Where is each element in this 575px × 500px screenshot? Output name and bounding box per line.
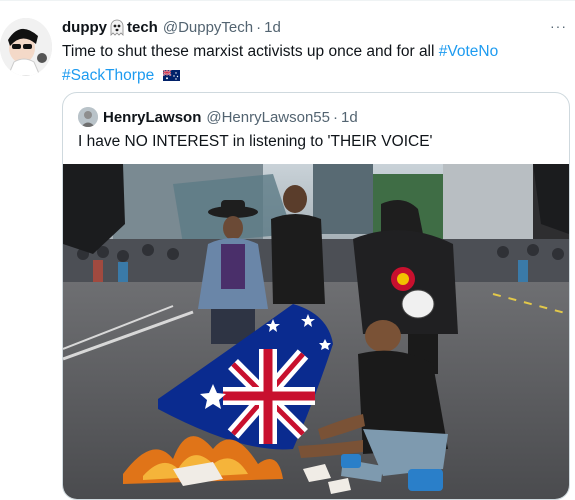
quoted-tweet-time[interactable]: 1d — [341, 109, 358, 126]
quoted-tweet-text: I have NO INTEREST in listening to 'THEI… — [78, 133, 433, 150]
separator: · — [256, 18, 262, 36]
author-name-part1: duppy — [62, 18, 107, 36]
author-handle[interactable]: @DuppyTech — [163, 19, 253, 36]
tweet-text: Time to shut these marxist activists up … — [62, 40, 562, 88]
quoted-separator: · — [333, 108, 338, 126]
top-divider — [0, 0, 575, 1]
author-name[interactable]: duppy tech — [62, 18, 158, 36]
quoted-tweet[interactable]: HenryLawson @HenryLawson55 · 1d I have N… — [62, 92, 570, 500]
quoted-author-name[interactable]: HenryLawson — [103, 109, 201, 126]
quoted-author-avatar[interactable] — [78, 107, 98, 127]
more-options-icon[interactable]: ··· — [550, 18, 567, 34]
quoted-tweet-header: HenryLawson @HenryLawson55 · 1d — [78, 107, 358, 127]
author-avatar[interactable] — [0, 18, 52, 76]
hashtag-sackthorpe[interactable]: #SackThorpe — [62, 67, 154, 84]
tweet-header: duppy tech @DuppyTech · 1d — [62, 17, 281, 37]
tweet-text-main: Time to shut these marxist activists up … — [62, 43, 439, 60]
ghost-emoji-icon — [110, 19, 124, 36]
protest-photo[interactable] — [63, 164, 569, 499]
australian-flag-emoji-icon — [162, 70, 180, 82]
hashtag-voteno[interactable]: #VoteNo — [439, 43, 498, 60]
tweet-time[interactable]: 1d — [264, 19, 281, 36]
quoted-author-handle[interactable]: @HenryLawson55 — [206, 109, 330, 126]
author-name-part2: tech — [127, 18, 158, 36]
